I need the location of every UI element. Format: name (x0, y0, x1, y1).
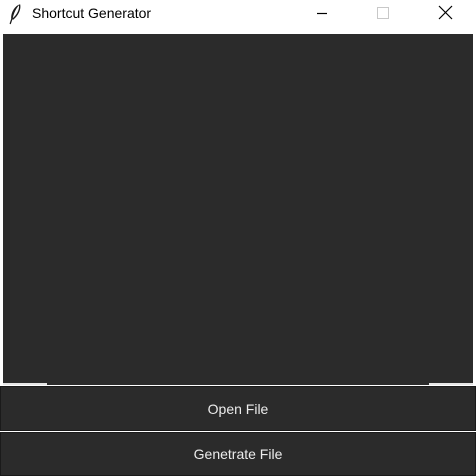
divider-left (3, 383, 47, 385)
close-button[interactable] (414, 0, 474, 31)
minimize-icon (317, 12, 327, 15)
open-file-button[interactable]: Open File (0, 386, 476, 431)
close-icon (438, 5, 453, 20)
divider-right (429, 383, 473, 385)
window-title: Shortcut Generator (32, 5, 152, 21)
app-window: Shortcut Generator Open File Genetrate F… (0, 0, 476, 476)
main-canvas (3, 34, 473, 385)
generate-file-button[interactable]: Genetrate File (0, 432, 476, 476)
generate-file-label: Genetrate File (193, 446, 283, 462)
maximize-button[interactable] (353, 0, 413, 31)
title-bar[interactable]: Shortcut Generator (0, 0, 476, 31)
feather-icon (7, 3, 23, 25)
maximize-icon (377, 7, 389, 19)
minimize-button[interactable] (293, 0, 353, 31)
open-file-label: Open File (207, 400, 269, 417)
